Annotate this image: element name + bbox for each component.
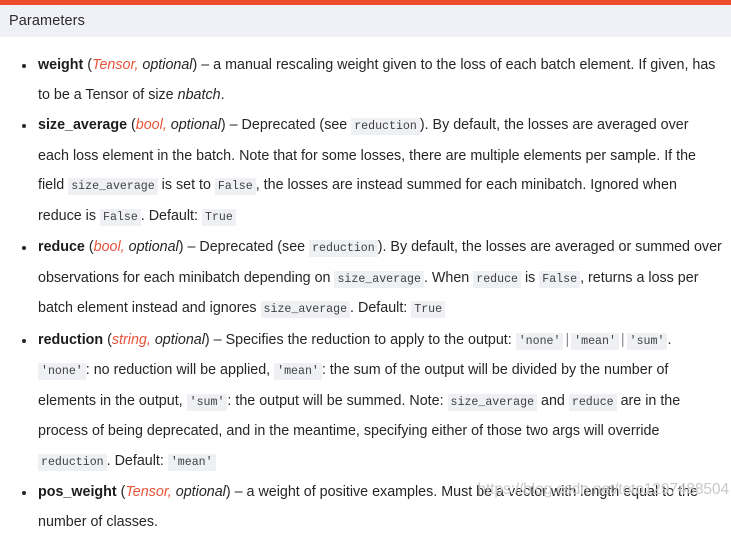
description-text: is set to (157, 177, 215, 193)
description-text: . Default: (106, 452, 168, 469)
inline-code: 'sum' (186, 393, 228, 411)
inline-code: size_average (447, 393, 538, 411)
bullet-icon (22, 326, 26, 343)
type-comma: , (162, 117, 167, 133)
parameter-optional-flag: optional (128, 239, 179, 255)
description-text: . Default: (140, 207, 202, 224)
option-separator: | (565, 331, 570, 348)
inline-code: size_average (260, 301, 351, 318)
parameter-item: pos_weight (Tensor, optional) – a weight… (8, 478, 723, 537)
inline-code: 'none' (38, 363, 86, 380)
parameter-type: bool (93, 239, 121, 255)
type-comma: , (134, 57, 139, 73)
option-separator: | (620, 331, 625, 348)
description-text: Deprecated (see (199, 239, 310, 255)
inline-code: True (201, 208, 236, 226)
parameter-name: weight (38, 57, 84, 73)
section-header: Parameters (0, 5, 731, 37)
bullet-icon (22, 51, 26, 68)
parameter-name: size_average (38, 117, 128, 133)
dash-separator: – (225, 117, 242, 133)
parameter-item: weight (Tensor, optional) – a manual res… (8, 51, 723, 110)
parameter-optional-flag: optional (142, 57, 193, 73)
inline-code: 'mean' (274, 363, 322, 380)
type-comma: , (120, 239, 125, 255)
dash-separator: – (209, 331, 226, 348)
inline-code: size_average (68, 178, 158, 195)
type-comma: , (146, 331, 151, 348)
inline-code: reduction (38, 453, 107, 471)
inline-code: False (99, 208, 141, 226)
parameter-optional-flag: optional (175, 484, 226, 500)
description-text: Specifies the reduction to apply to the … (225, 331, 516, 348)
parameter-list: weight (Tensor, optional) – a manual res… (0, 37, 731, 537)
inline-code: 'none' (515, 332, 564, 350)
inline-code: 'mean' (167, 453, 216, 471)
dash-separator: – (183, 239, 200, 255)
dash-separator: – (197, 57, 214, 73)
inline-code: reduce (568, 393, 617, 411)
description-text: . (220, 86, 225, 103)
parameter-name: pos_weight (38, 484, 117, 500)
emphasis-text: nbatch (177, 86, 221, 103)
parameter-optional-flag: optional (170, 117, 221, 133)
description-text: a manual rescaling weight given to the l… (38, 57, 716, 103)
dash-separator: – (230, 484, 247, 500)
description-text: : the output will be summed. Note: (227, 392, 448, 409)
description-text: . When (423, 269, 474, 286)
type-comma: , (167, 484, 172, 500)
inline-code: size_average (334, 270, 424, 288)
inline-code: False (539, 270, 581, 288)
parameter-type: Tensor (92, 57, 135, 73)
description-text: . Default: (350, 300, 412, 316)
bullet-icon (22, 233, 26, 250)
description-text: is (520, 269, 540, 286)
parameter-item: reduction (string, optional) – Specifies… (8, 326, 723, 478)
parameter-name: reduction (38, 331, 104, 348)
description-text: Deprecated (see (241, 117, 352, 133)
inline-code: True (411, 301, 446, 318)
inline-code: reduce (473, 270, 521, 288)
inline-code: False (214, 178, 256, 195)
inline-code: reduction (309, 240, 378, 257)
inline-code: 'mean' (571, 332, 619, 350)
description-text: and (537, 392, 569, 409)
bullet-icon (22, 111, 26, 128)
inline-code: reduction (351, 118, 420, 135)
inline-code: 'sum' (626, 332, 668, 350)
description-text: . (667, 331, 672, 348)
parameter-type: bool (135, 117, 163, 133)
parameter-type: Tensor (125, 484, 168, 500)
section-header-title: Parameters (9, 13, 85, 29)
parameter-item: reduce (bool, optional) – Deprecated (se… (8, 233, 723, 325)
parameter-type: string (111, 331, 147, 348)
parameter-item: size_average (bool, optional) – Deprecat… (8, 111, 723, 232)
bullet-icon (22, 478, 26, 495)
description-text: : no reduction will be applied, (85, 362, 275, 378)
parameter-name: reduce (38, 239, 85, 255)
parameter-optional-flag: optional (154, 331, 205, 348)
